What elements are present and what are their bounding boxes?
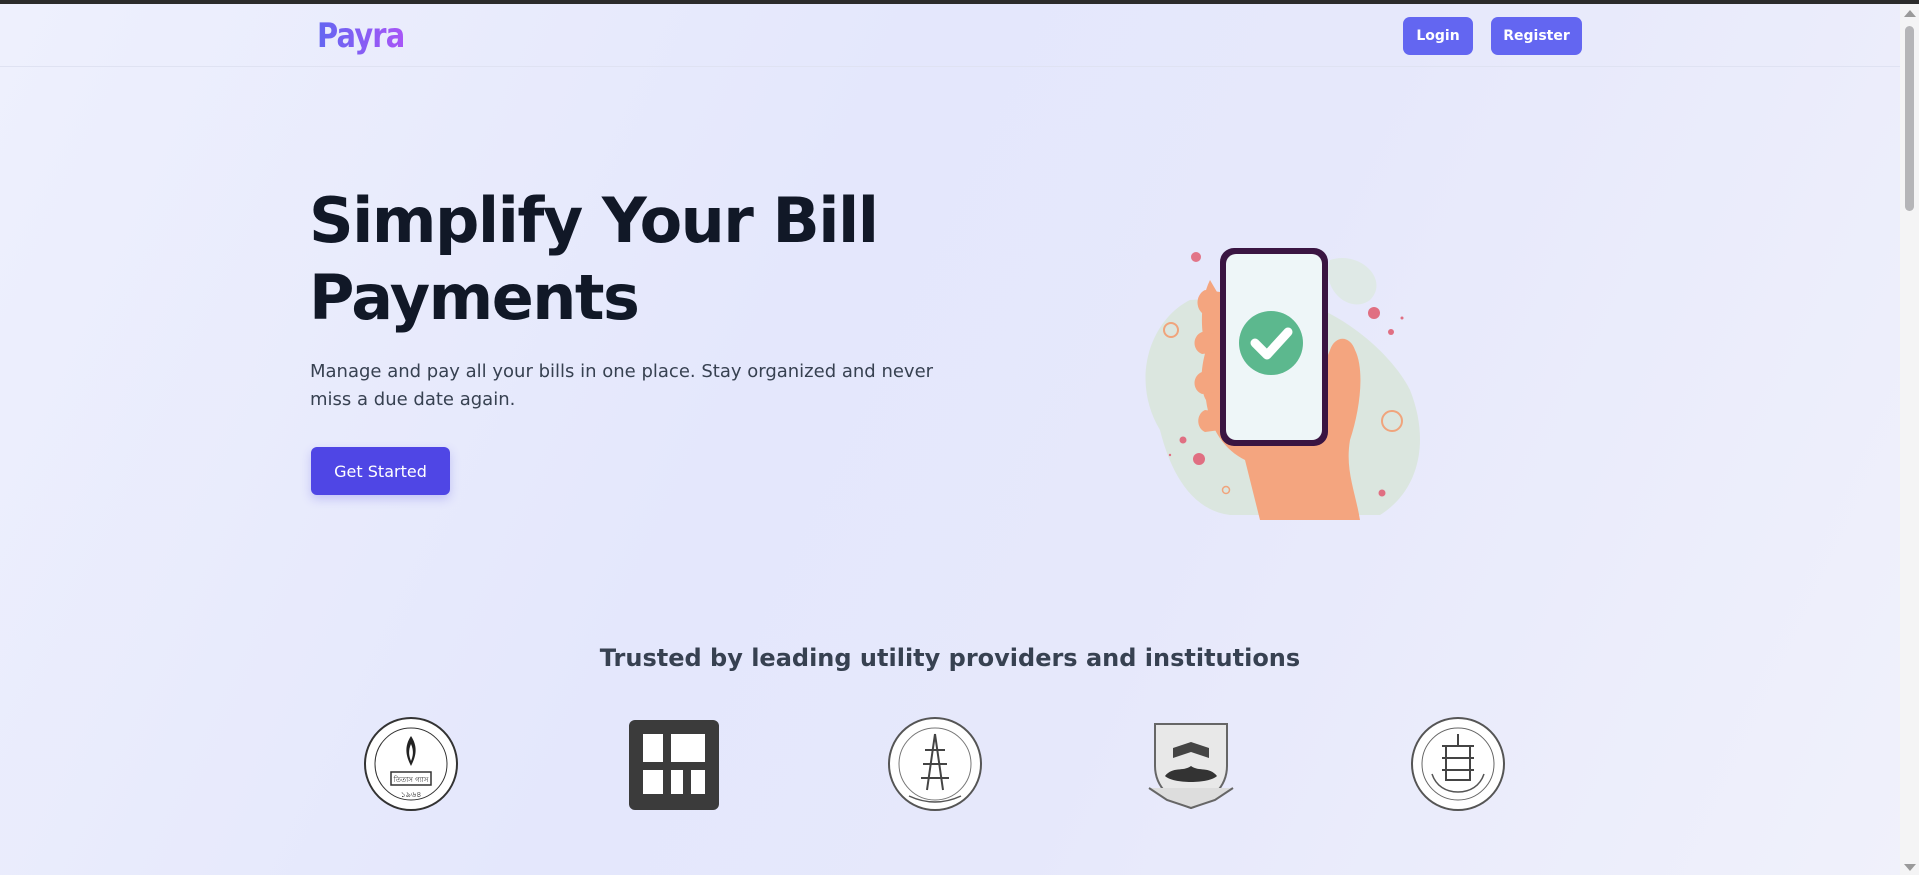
- hero-subtitle: Manage and pay all your bills in one pla…: [310, 361, 934, 410]
- titas-gas-seal-text: তিতাস গ্যাস: [393, 776, 429, 784]
- scroll-down-arrow-icon[interactable]: [1904, 864, 1916, 871]
- trusted-heading: Trusted by leading utility providers and…: [599, 644, 1301, 672]
- register-button[interactable]: Register: [1491, 17, 1582, 55]
- site-header: Payra Login Register: [0, 4, 1900, 67]
- power-development-board-seal-icon: [888, 717, 982, 811]
- hero-title: Simplify Your Bill Payments: [309, 184, 879, 334]
- partner-logos: তিতাস গ্যাস ১৯৬৪: [0, 716, 1900, 812]
- titas-gas-seal-year: ১৯৬৪: [401, 790, 422, 799]
- login-button[interactable]: Login: [1403, 17, 1473, 55]
- get-started-button[interactable]: Get Started: [311, 447, 450, 495]
- titas-gas-seal-icon: তিতাস গ্যাস ১৯৬৪: [364, 717, 458, 811]
- page-scrollbar[interactable]: [1900, 4, 1919, 875]
- scroll-thumb[interactable]: [1905, 26, 1914, 211]
- hand-holding-phone-checkmark-icon: [1145, 248, 1420, 520]
- brand-logo[interactable]: Payra: [317, 16, 405, 56]
- scroll-up-arrow-icon[interactable]: [1904, 10, 1916, 17]
- bangladesh-bank-seal-icon: [1411, 717, 1505, 811]
- square-grid-logo-icon: [629, 720, 719, 810]
- education-board-crest-icon: [1148, 723, 1234, 810]
